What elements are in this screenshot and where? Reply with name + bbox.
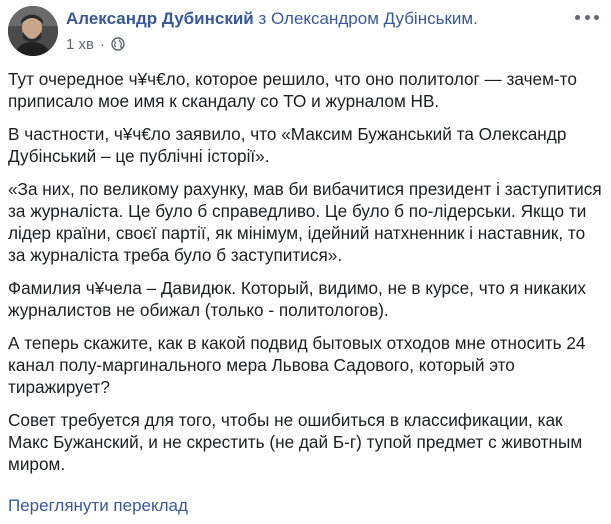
post-meta: 1 хв · bbox=[66, 35, 125, 53]
post-body: Тут очередное ч¥ч€ло, которое решило, чт… bbox=[8, 68, 604, 486]
post-paragraph: Тут очередное ч¥ч€ло, которое решило, чт… bbox=[8, 69, 577, 111]
more-options-icon bbox=[575, 14, 580, 20]
avatar-photo bbox=[8, 6, 58, 56]
post-paragraph: «За них, по великому рахунку, мав би виб… bbox=[8, 179, 602, 265]
post-timestamp-link[interactable]: 1 хв bbox=[66, 36, 94, 53]
more-options-button[interactable] bbox=[575, 10, 599, 24]
more-options-icon-dot bbox=[594, 14, 599, 20]
meta-separator: · bbox=[99, 35, 105, 53]
post-paragraph: В частности, ч¥ч€ло заявило, что «Максим… bbox=[8, 124, 567, 166]
author-name-link[interactable]: Александр Дубинский bbox=[66, 9, 254, 28]
tagged-person-link[interactable]: Олександром Дубінським. bbox=[271, 9, 478, 28]
with-word: з bbox=[258, 9, 267, 28]
post-paragraph: А теперь скажите, как в какой подвид быт… bbox=[8, 333, 586, 397]
post-header: Александр Дубинский з Олександром Дубінс… bbox=[66, 8, 478, 30]
post-paragraph: Фамилия ч¥чела – Давидюк. Который, видим… bbox=[8, 278, 587, 320]
more-options-icon-dot bbox=[584, 14, 590, 20]
author-avatar[interactable] bbox=[8, 6, 58, 56]
facebook-post: Александр Дубинский з Олександром Дубінс… bbox=[0, 0, 611, 524]
globe-icon[interactable] bbox=[111, 37, 125, 51]
post-paragraph: Совет требуется для того, чтобы не ошиби… bbox=[8, 410, 583, 474]
see-translation-link[interactable]: Переглянути переклад bbox=[8, 495, 188, 517]
